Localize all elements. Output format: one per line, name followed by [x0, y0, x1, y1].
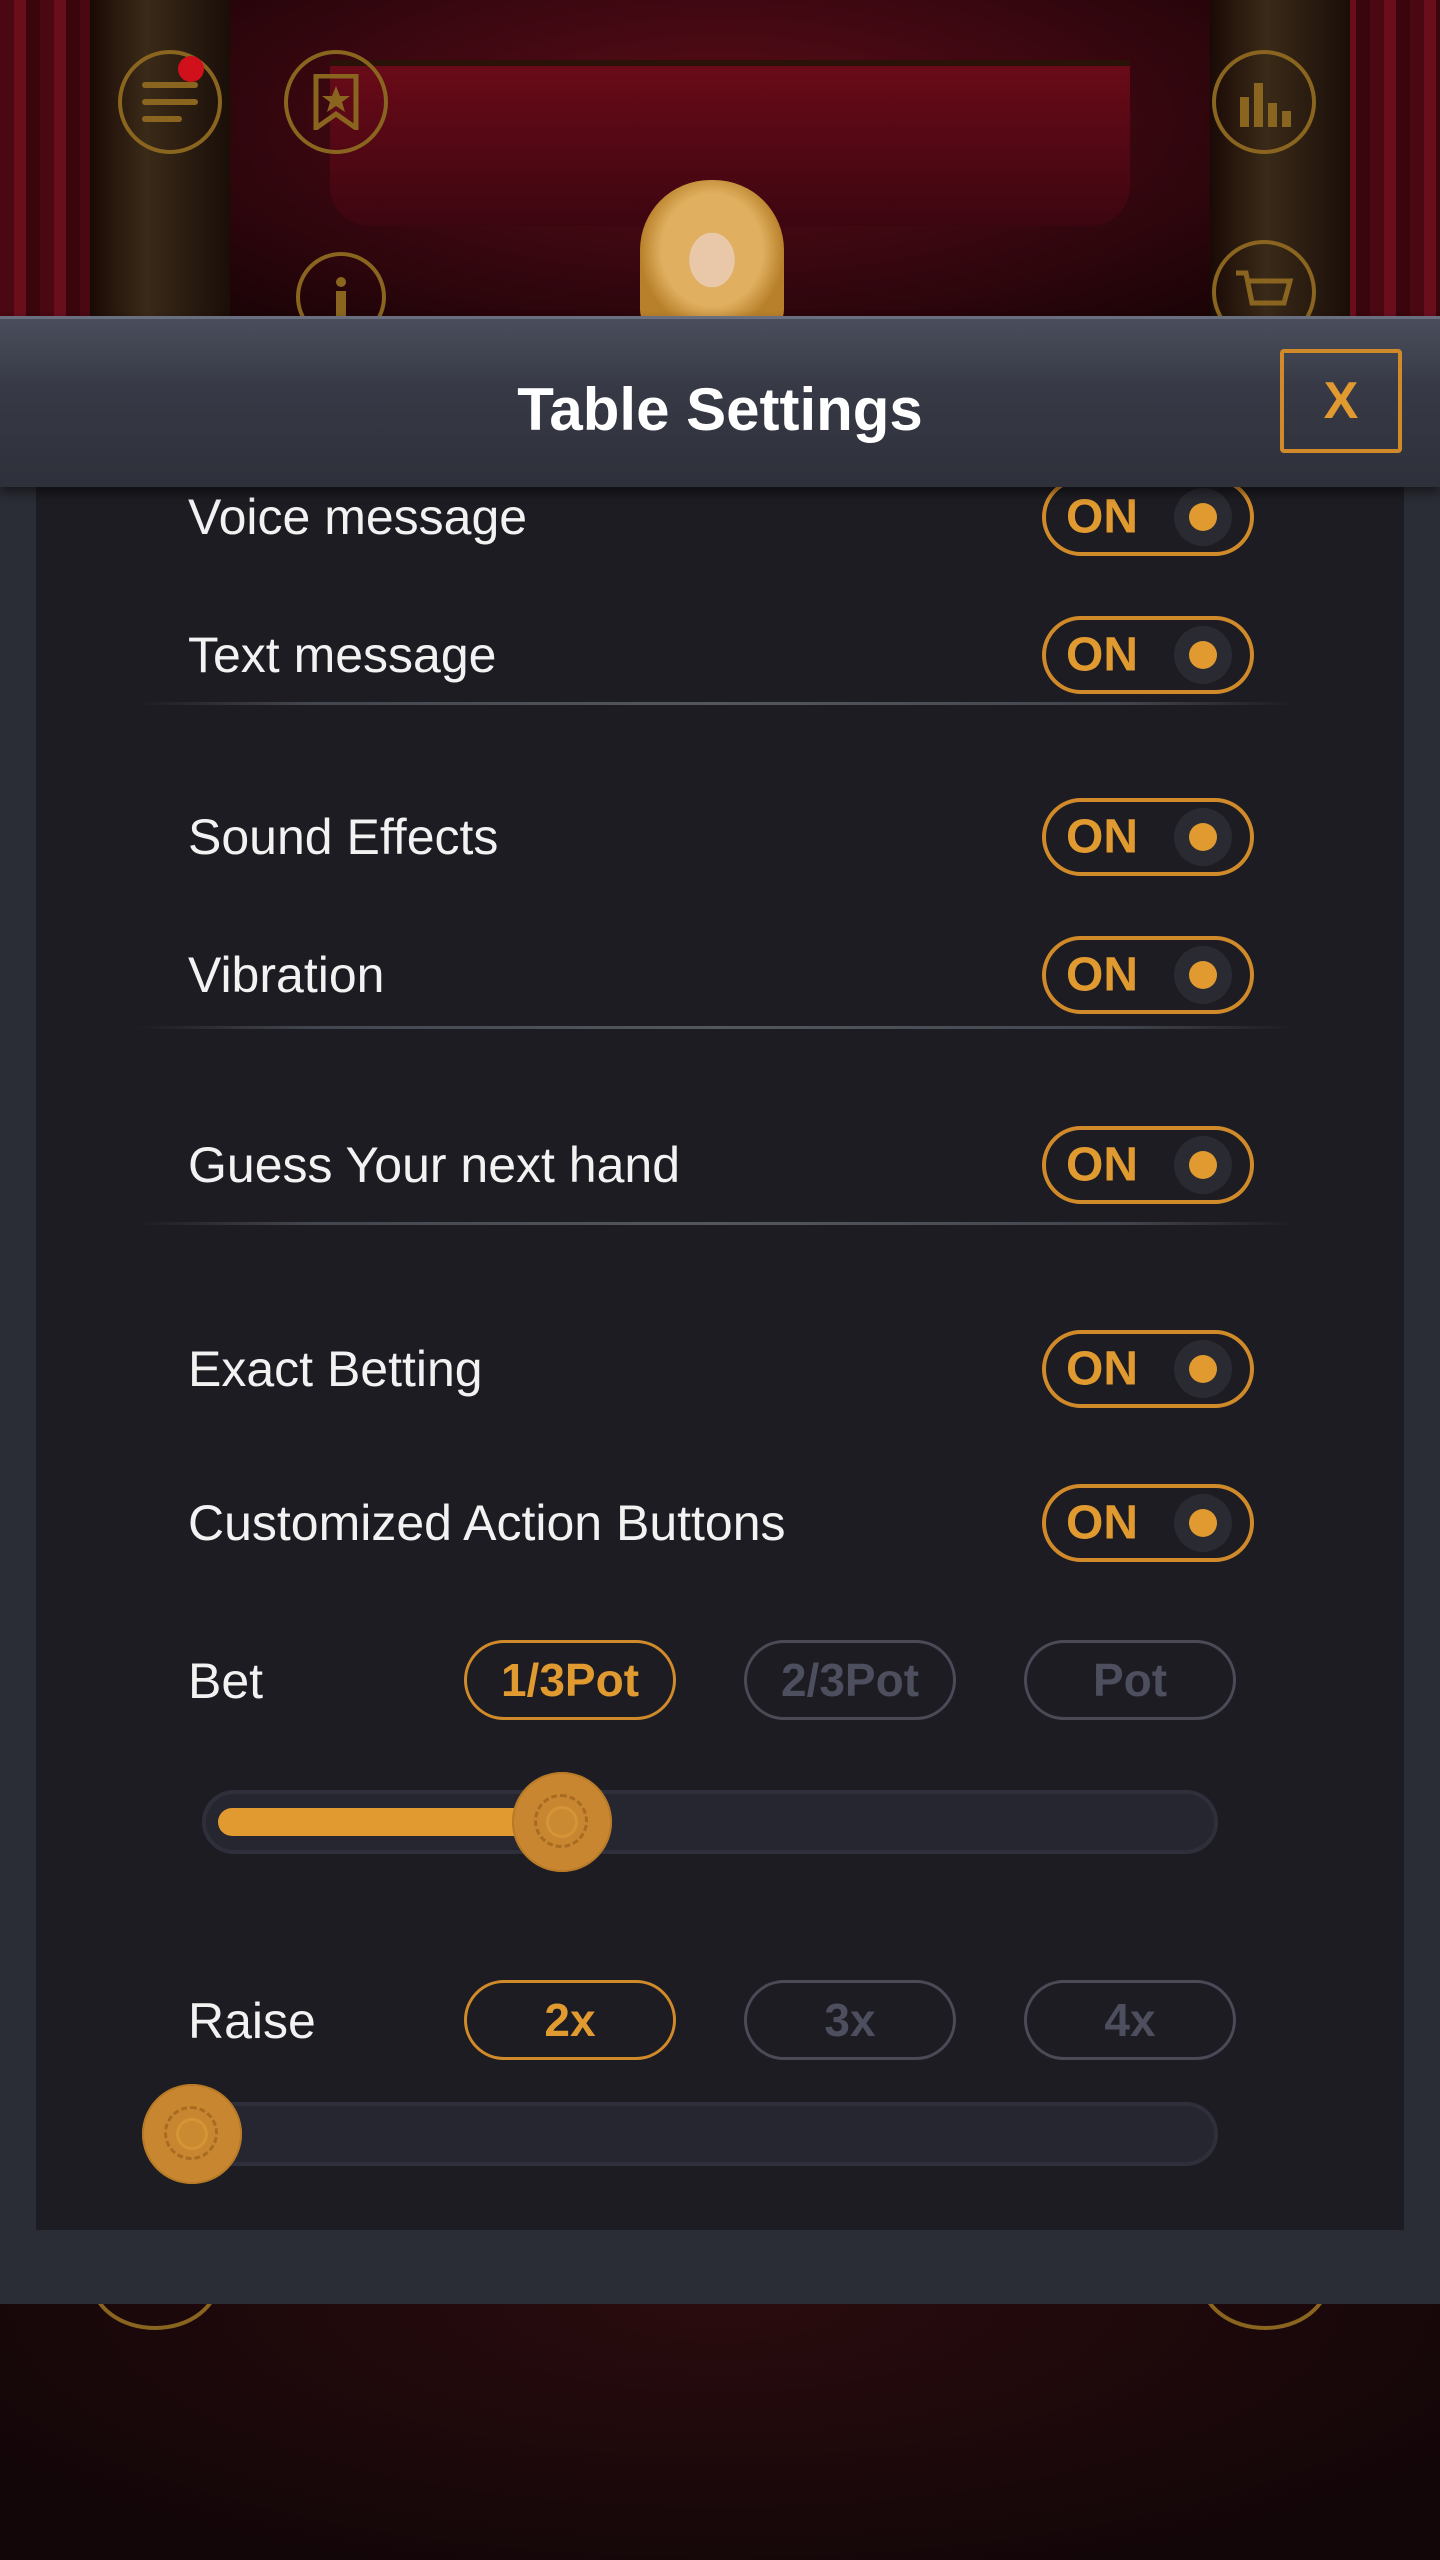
notification-dot [178, 56, 204, 82]
bet-slider-knob[interactable] [512, 1772, 613, 1872]
setting-row-customized-action-buttons: Customized Action Buttons ON [36, 1478, 1404, 1568]
section-divider [136, 1222, 1296, 1225]
setting-row-vibration: Vibration ON [36, 930, 1404, 1020]
bar-chart-icon[interactable] [1212, 50, 1316, 154]
bet-option-one-third-pot[interactable]: 1/3Pot [464, 1640, 676, 1720]
sound-effects-toggle[interactable]: ON [1042, 798, 1254, 876]
setting-row-exact-betting: Exact Betting ON [36, 1324, 1404, 1414]
settings-panel[interactable]: Voice message ON Text message ON Sound E… [36, 476, 1404, 2230]
bet-option-two-thirds-pot[interactable]: 2/3Pot [744, 1640, 956, 1720]
modal-title: Table Settings [517, 376, 923, 443]
toggle-state: ON [1066, 948, 1138, 1002]
setting-label: Vibration [188, 947, 385, 1003]
info-icon[interactable] [296, 252, 386, 320]
setting-label: Guess Your next hand [188, 1137, 681, 1193]
bet-label: Bet [188, 1653, 264, 1709]
setting-label: Sound Effects [188, 809, 499, 865]
toggle-knob [1174, 1494, 1232, 1552]
toggle-state: ON [1066, 490, 1138, 544]
voice-message-toggle[interactable]: ON [1042, 478, 1254, 556]
setting-row-voice-message: Voice message ON [36, 476, 1404, 562]
menu-icon[interactable] [118, 50, 222, 154]
setting-label: Voice message [188, 489, 528, 545]
toggle-knob [1174, 1340, 1232, 1398]
raise-option-3x[interactable]: 3x [744, 1980, 956, 2060]
section-divider [136, 1026, 1296, 1029]
setting-row-sound-effects: Sound Effects ON [36, 792, 1404, 882]
toggle-knob [1174, 626, 1232, 684]
bookmark-star-icon[interactable] [284, 50, 388, 154]
setting-label: Text message [188, 627, 497, 683]
modal-header: Table Settings X [0, 316, 1440, 487]
toggle-knob [1174, 808, 1232, 866]
customized-action-buttons-toggle[interactable]: ON [1042, 1484, 1254, 1562]
toggle-state: ON [1066, 1496, 1138, 1550]
raise-slider-knob[interactable] [142, 2084, 242, 2184]
toggle-knob [1174, 488, 1232, 546]
raise-option-2x[interactable]: 2x [464, 1980, 676, 2060]
game-table-background [0, 0, 1440, 320]
setting-row-text-message: Text message ON [36, 610, 1404, 700]
bet-slider[interactable] [202, 1772, 1218, 1872]
toggle-knob [1174, 946, 1232, 1004]
game-table-bottom [0, 2300, 1440, 2560]
setting-label: Customized Action Buttons [188, 1495, 786, 1551]
table-settings-modal: Table Settings X Voice message ON Text m… [0, 316, 1440, 2304]
pillar-left [90, 0, 230, 320]
bet-slider-fill [218, 1808, 563, 1836]
raise-slider[interactable] [142, 2084, 1218, 2184]
close-button[interactable]: X [1280, 349, 1402, 453]
toggle-state: ON [1066, 810, 1138, 864]
text-message-toggle[interactable]: ON [1042, 616, 1254, 694]
exact-betting-toggle[interactable]: ON [1042, 1330, 1254, 1408]
section-divider [136, 702, 1296, 705]
toggle-state: ON [1066, 628, 1138, 682]
guess-next-hand-toggle[interactable]: ON [1042, 1126, 1254, 1204]
setting-label: Exact Betting [188, 1341, 483, 1397]
dealer-avatar [640, 180, 784, 320]
toggle-state: ON [1066, 1342, 1138, 1396]
toggle-knob [1174, 1136, 1232, 1194]
toggle-state: ON [1066, 1138, 1138, 1192]
bet-option-pot[interactable]: Pot [1024, 1640, 1236, 1720]
vibration-toggle[interactable]: ON [1042, 936, 1254, 1014]
raise-option-4x[interactable]: 4x [1024, 1980, 1236, 2060]
raise-label: Raise [188, 1993, 316, 2049]
setting-row-guess-next-hand: Guess Your next hand ON [36, 1120, 1404, 1210]
